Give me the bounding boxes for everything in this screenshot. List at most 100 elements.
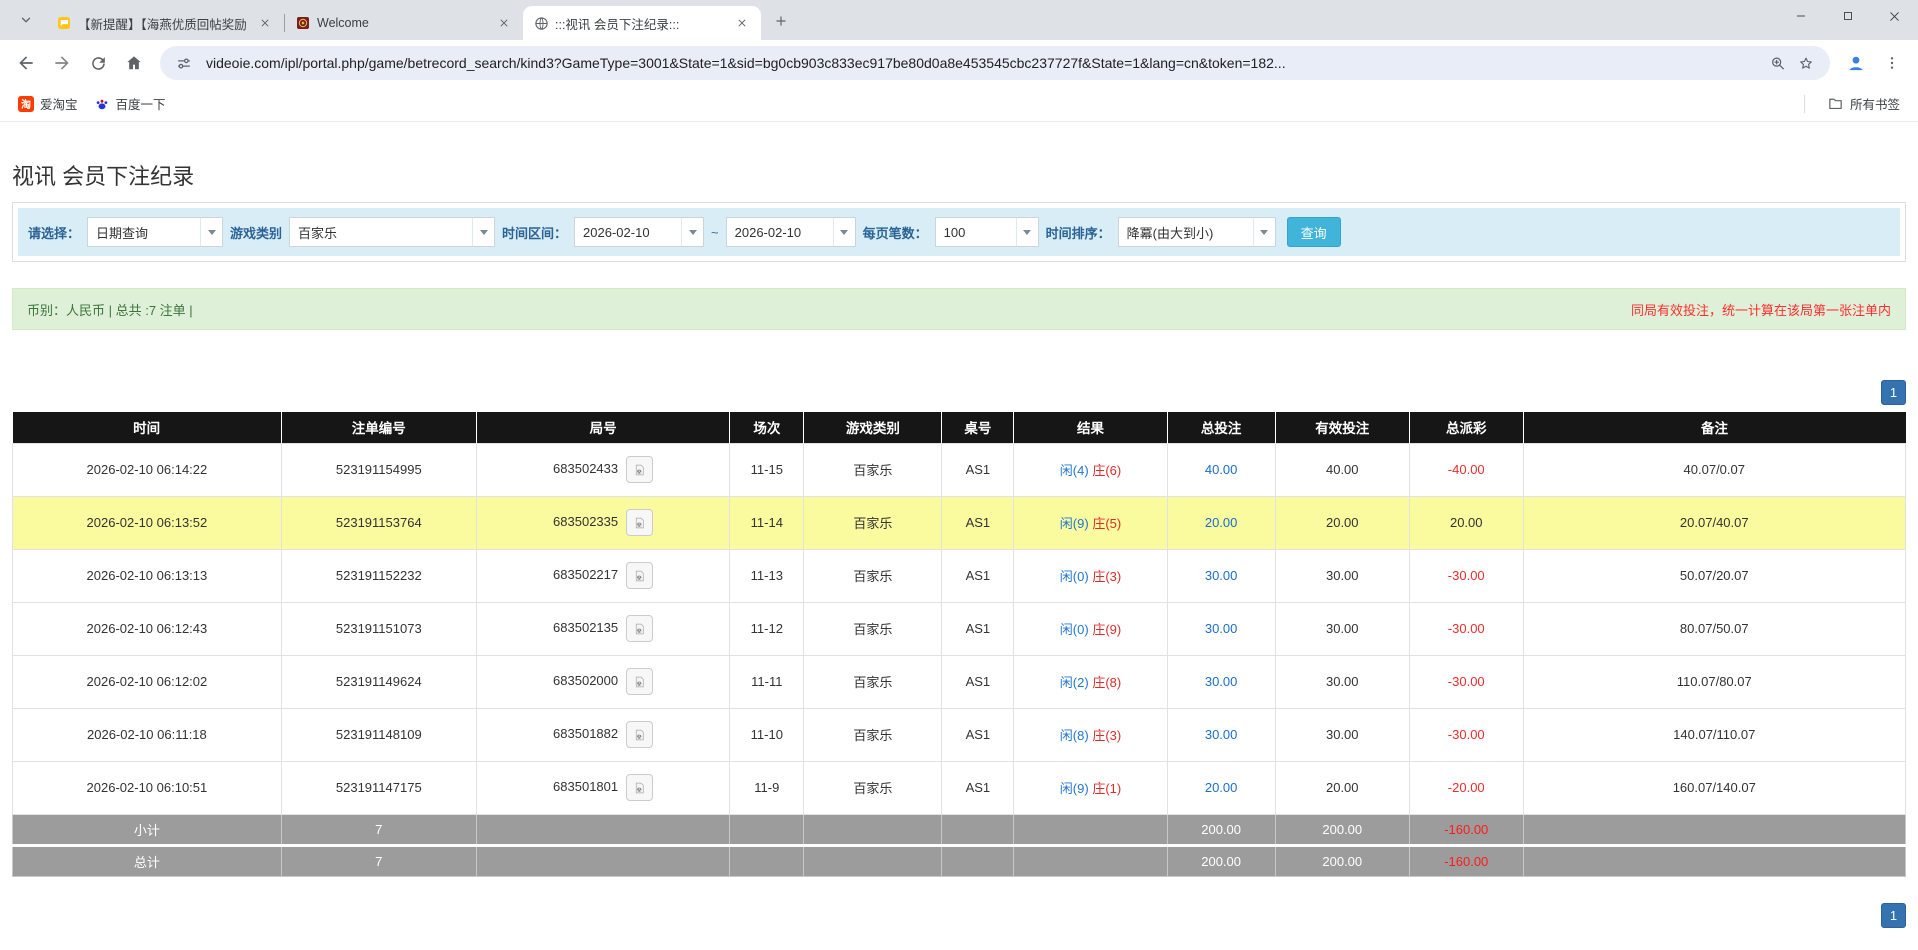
back-button[interactable] <box>10 47 42 79</box>
tab-close-icon[interactable] <box>495 14 513 32</box>
table-row: 2026-02-10 06:12:43523191151073683502135… <box>13 602 1906 655</box>
date-to-select[interactable]: 2026-02-10 <box>726 217 856 247</box>
cell-session: 11-11 <box>730 655 804 708</box>
total-bet-link[interactable]: 30.00 <box>1205 621 1238 636</box>
browser-tab-forum[interactable]: 【新提醒】【海燕优质回帖奖励 <box>46 6 284 40</box>
maximize-button[interactable] <box>1824 0 1871 32</box>
summary-cell <box>942 814 1014 845</box>
total-bet-link[interactable]: 20.00 <box>1205 515 1238 530</box>
home-button[interactable] <box>118 47 150 79</box>
sort-select[interactable]: 降冪(由大到小) <box>1118 217 1276 247</box>
forum-favicon-icon <box>56 15 72 31</box>
cell-session: 11-12 <box>730 602 804 655</box>
cell-time: 2026-02-10 06:13:52 <box>13 496 282 549</box>
video-replay-button[interactable] <box>626 668 653 695</box>
chevron-down-icon <box>19 13 33 27</box>
kebab-menu-icon <box>1884 55 1900 71</box>
cell-valid-bet: 30.00 <box>1275 655 1409 708</box>
page-1-button[interactable]: 1 <box>1881 380 1906 405</box>
browser-menu-button[interactable] <box>1876 47 1908 79</box>
summary-cell: 200.00 <box>1275 814 1409 845</box>
game-type-select[interactable]: 百家乐 <box>289 217 495 247</box>
dropdown-arrow-icon[interactable] <box>1016 218 1038 246</box>
video-replay-button[interactable] <box>626 456 653 483</box>
column-header-2: 注单编号 <box>281 412 476 443</box>
film-icon <box>633 621 646 637</box>
total-bet-link[interactable]: 30.00 <box>1205 568 1238 583</box>
total-bet-link[interactable]: 20.00 <box>1205 780 1238 795</box>
url-text[interactable]: videoie.com/ipl/portal.php/game/betrecor… <box>206 55 1756 71</box>
tab-title: 【新提醒】【海燕优质回帖奖励 <box>78 14 250 33</box>
summary-cell <box>1523 845 1905 876</box>
cell-result: 闲(2) 庄(8) <box>1014 655 1167 708</box>
cell-game-type: 百家乐 <box>804 549 942 602</box>
summary-cell: -160.00 <box>1409 845 1523 876</box>
dropdown-arrow-icon[interactable] <box>200 218 222 246</box>
bookmark-star-button[interactable] <box>1792 49 1820 77</box>
tab-close-icon[interactable] <box>733 14 751 32</box>
site-settings-button[interactable] <box>170 49 198 77</box>
cell-remark: 160.07/140.07 <box>1523 761 1905 814</box>
dropdown-arrow-icon[interactable] <box>833 218 855 246</box>
all-bookmarks-button[interactable]: 所有书签 <box>1819 91 1908 116</box>
browser-window: 【新提醒】【海燕优质回帖奖励 Welcome :::视讯 会员下注纪录::: <box>0 0 1918 122</box>
result-player-text: 闲(0) <box>1060 622 1089 637</box>
cell-table-no: AS1 <box>942 549 1014 602</box>
cell-result: 闲(0) 庄(3) <box>1014 549 1167 602</box>
result-banker-text: 庄(5) <box>1092 516 1121 531</box>
column-header-3: 局号 <box>476 412 730 443</box>
sort-label: 时间排序： <box>1046 223 1111 242</box>
tab-search-button[interactable] <box>12 6 40 34</box>
cell-time: 2026-02-10 06:11:18 <box>13 708 282 761</box>
page-size-select[interactable]: 100 <box>935 217 1039 247</box>
query-type-select[interactable]: 日期查询 <box>87 217 223 247</box>
video-replay-button[interactable] <box>626 774 653 801</box>
film-icon <box>633 515 646 531</box>
summary-cell: 200.00 <box>1275 845 1409 876</box>
column-header-5: 游戏类别 <box>804 412 942 443</box>
cell-result: 闲(9) 庄(5) <box>1014 496 1167 549</box>
dropdown-arrow-icon[interactable] <box>472 218 494 246</box>
bookmark-taobao[interactable]: 淘 爱淘宝 <box>10 91 86 116</box>
bookmark-baidu[interactable]: 百度一下 <box>86 91 174 116</box>
cell-round-id: 683502335 <box>476 496 730 549</box>
total-bet-link[interactable]: 40.00 <box>1205 462 1238 477</box>
cell-time: 2026-02-10 06:14:22 <box>13 443 282 496</box>
address-bar[interactable]: videoie.com/ipl/portal.php/game/betrecor… <box>160 46 1830 80</box>
zoom-page-button[interactable] <box>1764 49 1792 77</box>
round-id-text: 683501882 <box>553 726 618 741</box>
profile-avatar-button[interactable] <box>1840 47 1872 79</box>
cell-time: 2026-02-10 06:13:13 <box>13 549 282 602</box>
new-tab-button[interactable] <box>767 7 795 35</box>
page-content: 视讯 会员下注纪录 请选择： 日期查询 游戏类别 百家乐 时间区间： 2026-… <box>0 162 1918 928</box>
total-bet-link[interactable]: 30.00 <box>1205 674 1238 689</box>
dropdown-arrow-icon[interactable] <box>681 218 703 246</box>
cell-valid-bet: 30.00 <box>1275 602 1409 655</box>
video-replay-button[interactable] <box>626 721 653 748</box>
video-replay-button[interactable] <box>626 562 653 589</box>
forward-button[interactable] <box>46 47 78 79</box>
video-replay-button[interactable] <box>626 615 653 642</box>
tab-close-icon[interactable] <box>256 14 274 32</box>
video-replay-button[interactable] <box>626 509 653 536</box>
browser-tab-welcome[interactable]: Welcome <box>285 6 523 40</box>
close-button[interactable] <box>1871 0 1918 32</box>
reload-button[interactable] <box>82 47 114 79</box>
bookmarks-bar: 淘 爱淘宝 百度一下 所有书签 <box>0 86 1918 122</box>
cell-table-no: AS1 <box>942 443 1014 496</box>
date-from-select[interactable]: 2026-02-10 <box>574 217 704 247</box>
cell-game-type: 百家乐 <box>804 602 942 655</box>
window-controls <box>1777 0 1918 32</box>
total-bet-link[interactable]: 30.00 <box>1205 727 1238 742</box>
cell-table-no: AS1 <box>942 708 1014 761</box>
minimize-button[interactable] <box>1777 0 1824 32</box>
browser-tab-betrecord[interactable]: :::视讯 会员下注纪录::: <box>523 6 761 40</box>
total-row: 总计7200.00200.00-160.00 <box>13 845 1906 876</box>
cell-remark: 110.07/80.07 <box>1523 655 1905 708</box>
globe-icon <box>533 15 549 31</box>
table-row: 2026-02-10 06:13:52523191153764683502335… <box>13 496 1906 549</box>
page-1-button[interactable]: 1 <box>1881 903 1906 928</box>
page-size-label: 每页笔数： <box>863 223 928 242</box>
dropdown-arrow-icon[interactable] <box>1253 218 1275 246</box>
search-button[interactable]: 查询 <box>1287 217 1341 247</box>
